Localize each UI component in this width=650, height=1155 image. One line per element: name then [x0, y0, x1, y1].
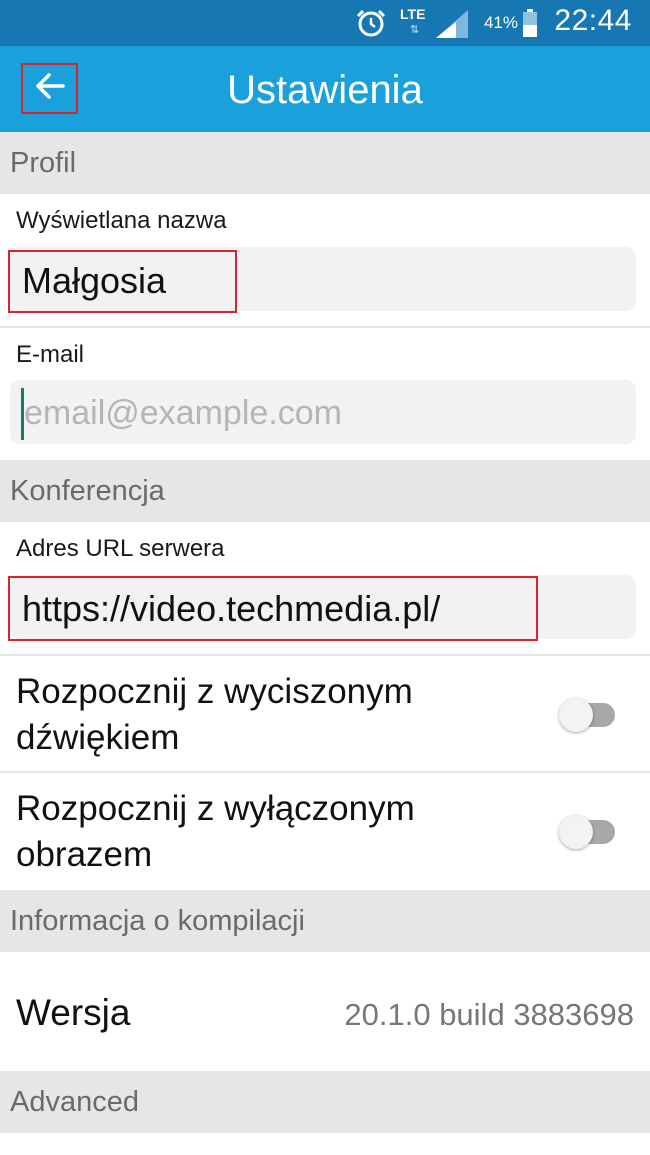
start-muted-label: Rozpocznij z wyciszonym dźwiękiem: [16, 672, 413, 757]
display-name-label: Wyświetlana nazwa: [16, 207, 227, 234]
app-toolbar: Ustawienia: [0, 46, 650, 132]
divider: [0, 654, 650, 656]
page-title: Ustawienia: [227, 68, 423, 112]
version-value: 20.1.0 build 3883698: [344, 997, 634, 1032]
server-url-highlight: [8, 576, 538, 641]
email-label: E-mail: [16, 341, 85, 368]
divider: [0, 326, 650, 328]
email-placeholder: email@example.com: [24, 394, 342, 432]
toggle-thumb: [559, 815, 593, 849]
network-type: LTE: [400, 6, 426, 22]
clock: 22:44: [554, 4, 632, 37]
section-header-advanced[interactable]: Advanced: [0, 1071, 650, 1133]
section-header-profile: Profil: [0, 132, 650, 194]
status-bar: LTE ⇅ 41% 22:44: [0, 0, 650, 46]
start-muted-toggle[interactable]: [559, 698, 615, 732]
display-name-highlight: [8, 250, 237, 313]
section-header-conference: Konferencja: [0, 460, 650, 522]
data-arrows-icon: ⇅: [410, 24, 420, 36]
battery-percent: 41%: [483, 13, 518, 32]
server-url-label: Adres URL serwera: [16, 535, 225, 562]
toggle-thumb: [559, 698, 593, 732]
signal-icon: [436, 10, 468, 43]
version-label: Wersja: [16, 992, 131, 1033]
alarm-icon: [355, 8, 387, 43]
start-video-off-label: Rozpocznij z wyłączonym obrazem: [16, 789, 415, 874]
start-video-off-toggle[interactable]: [559, 815, 615, 849]
section-header-build-info: Informacja o kompilacji: [0, 890, 650, 952]
battery-icon: [522, 9, 538, 42]
divider: [0, 771, 650, 773]
